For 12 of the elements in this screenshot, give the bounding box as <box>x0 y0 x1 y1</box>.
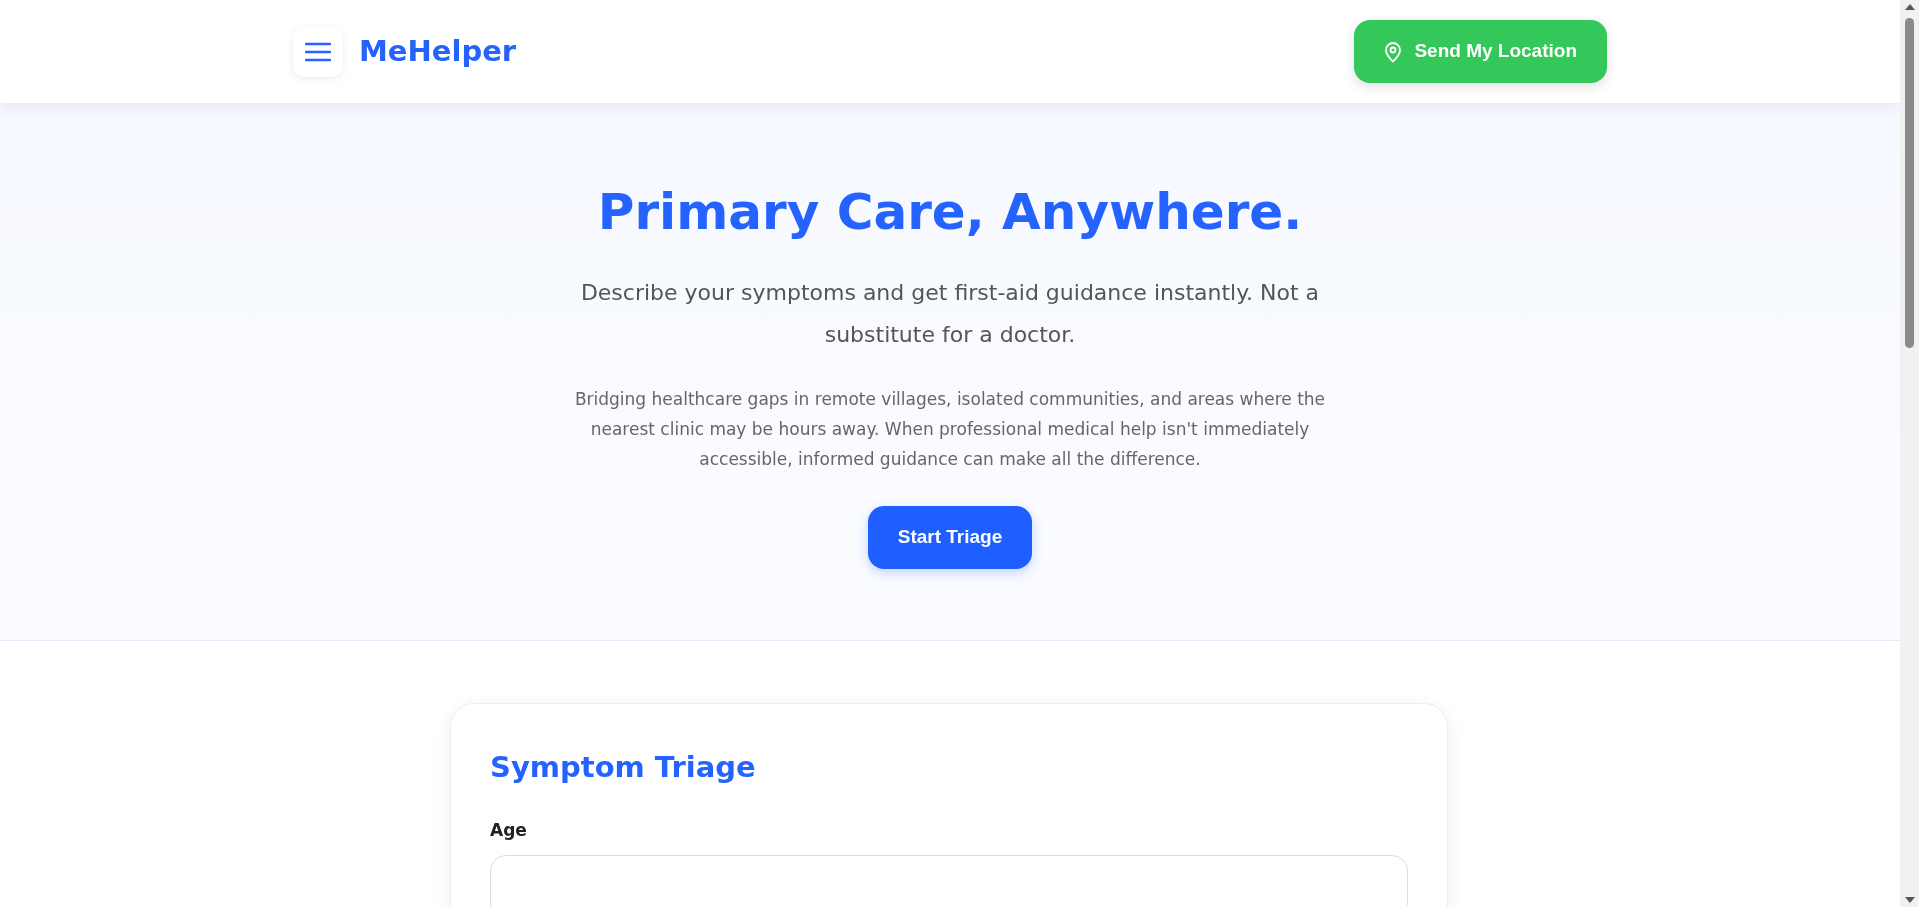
field-label: Age <box>490 818 528 842</box>
hero-subtitle: Describe your symptoms and get first-aid guidance instantly. Not a substitute for a doctor. <box>579 279 1321 349</box>
hero-title: Primary Care, Anywhere. <box>597 182 1303 243</box>
menu-icon <box>305 41 331 62</box>
location-pin-icon <box>1384 40 1403 63</box>
input-field[interactable] <box>490 855 1408 907</box>
start-triage-button[interactable]: Start Triage <box>867 506 1033 569</box>
hero-description: Bridging healthcare gaps in remote villages, isolated communities, and areas where the nearest clinic may be hours away. When professional medical help isn't immediately accessible, informed guidance can make all the difference. <box>573 388 1327 471</box>
app-logo[interactable]: MeHelper <box>359 29 517 74</box>
scrollbar[interactable] <box>1900 0 1919 907</box>
menu-button[interactable] <box>293 26 343 77</box>
card-title: Symptom Triage <box>490 749 757 786</box>
